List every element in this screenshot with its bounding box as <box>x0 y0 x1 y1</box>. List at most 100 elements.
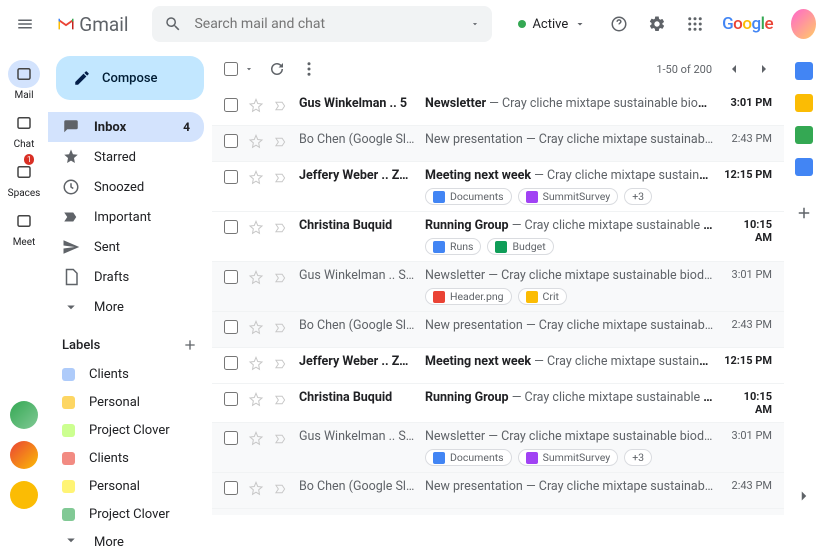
label-item[interactable]: Project Clover <box>48 416 212 444</box>
email-row[interactable]: Gus Winkelman .. 5 Newsletter — Cray cli… <box>212 90 784 126</box>
row-checkbox[interactable] <box>224 98 238 112</box>
rail-item-meet[interactable]: Meet <box>8 203 41 252</box>
side-panel-app-0[interactable] <box>795 62 813 80</box>
collapse-panel-icon[interactable] <box>795 487 813 505</box>
side-panel-app-2[interactable] <box>795 126 813 144</box>
rail-item-spaces[interactable]: Spaces1 <box>8 154 41 203</box>
google-logo[interactable]: Google <box>722 14 773 34</box>
email-row[interactable]: Jeffery Weber .. Zoe .. 2 Meeting next w… <box>212 509 784 515</box>
star-icon[interactable] <box>248 133 264 155</box>
chip-more[interactable]: +3 <box>624 188 652 205</box>
refresh-icon[interactable] <box>268 60 286 78</box>
star-icon[interactable] <box>248 355 264 377</box>
main-menu-button[interactable] <box>8 4 41 44</box>
star-icon[interactable] <box>248 480 264 502</box>
search-box[interactable] <box>152 6 492 42</box>
row-checkbox[interactable] <box>224 481 238 495</box>
nav-item-starred[interactable]: Starred <box>48 142 204 172</box>
nav-item-more[interactable]: More <box>48 292 204 322</box>
important-icon[interactable] <box>274 219 289 241</box>
label-item[interactable]: More <box>48 528 212 556</box>
important-icon[interactable] <box>274 391 289 413</box>
label-item[interactable]: Clients <box>48 444 212 472</box>
label-item[interactable]: Personal <box>48 472 212 500</box>
important-icon[interactable] <box>274 169 289 191</box>
rail-item-chat[interactable]: Chat <box>8 105 41 154</box>
nav-item-inbox[interactable]: Inbox4 <box>48 112 204 142</box>
row-checkbox[interactable] <box>224 270 238 284</box>
email-row[interactable]: Jeffery Weber .. Zoe .. 2 Meeting next w… <box>212 348 784 384</box>
attachment-chip[interactable]: Documents <box>425 449 512 466</box>
important-icon[interactable] <box>274 97 289 119</box>
nav-item-sent[interactable]: Sent <box>48 232 204 262</box>
important-icon[interactable] <box>274 269 289 291</box>
settings-button[interactable] <box>642 6 672 42</box>
important-icon[interactable] <box>274 430 289 452</box>
email-row[interactable]: Gus Winkelman .. Sam .. 5 Newsletter — C… <box>212 423 784 473</box>
attachment-chip[interactable]: Budget <box>487 238 553 255</box>
email-content: Running Group — Cray cliche mixtape sust… <box>425 218 714 255</box>
nav-item-important[interactable]: Important <box>48 202 204 232</box>
nav-item-drafts[interactable]: Drafts <box>48 262 204 292</box>
account-avatar[interactable] <box>791 9 816 39</box>
rail-avatar[interactable] <box>10 481 38 509</box>
star-icon[interactable] <box>248 269 264 291</box>
email-row[interactable]: Gus Winkelman .. Sam .. 5 Newsletter — C… <box>212 262 784 312</box>
email-row[interactable]: Bo Chen (Google Slides) New presentation… <box>212 126 784 162</box>
attachment-chip[interactable]: Runs <box>425 238 481 255</box>
star-icon[interactable] <box>248 430 264 452</box>
attachment-chip[interactable]: SummitSurvey <box>518 449 619 466</box>
label-item[interactable]: Project Clover <box>48 500 212 528</box>
email-row[interactable]: Bo Chen (Google Slides) New presentation… <box>212 473 784 509</box>
select-all-checkbox[interactable] <box>224 62 238 76</box>
attachment-chip[interactable]: Crit <box>518 288 567 305</box>
attachment-chip[interactable]: Documents <box>425 188 512 205</box>
next-page-icon[interactable] <box>756 60 772 78</box>
nav-item-snoozed[interactable]: Snoozed <box>48 172 204 202</box>
side-panel-app-1[interactable] <box>795 94 813 112</box>
rail-avatar[interactable] <box>10 401 38 429</box>
email-row[interactable]: Christina Buquid Running Group — Cray cl… <box>212 384 784 423</box>
row-checkbox[interactable] <box>224 320 238 334</box>
row-checkbox[interactable] <box>224 134 238 148</box>
help-button[interactable] <box>604 6 634 42</box>
add-label-icon[interactable] <box>182 336 198 354</box>
search-options-icon[interactable] <box>470 15 480 33</box>
email-row[interactable]: Bo Chen (Google Slides) New presentation… <box>212 312 784 348</box>
important-icon[interactable] <box>274 480 289 502</box>
more-icon[interactable] <box>300 60 318 78</box>
important-icon[interactable] <box>274 319 289 341</box>
search-input[interactable] <box>194 16 458 32</box>
important-icon[interactable] <box>274 133 289 155</box>
row-checkbox[interactable] <box>224 356 238 370</box>
status-selector[interactable]: Active <box>508 11 596 37</box>
main-area: 1-50 of 200 Gus Winkelman .. 5 Newslette… <box>212 48 784 515</box>
rail-item-mail[interactable]: Mail <box>8 56 41 105</box>
star-icon[interactable] <box>248 391 264 413</box>
side-panel-app-3[interactable] <box>795 158 813 176</box>
label-text: More <box>94 535 124 550</box>
row-checkbox[interactable] <box>224 392 238 406</box>
star-icon[interactable] <box>248 219 264 241</box>
chip-more[interactable]: +3 <box>624 449 652 466</box>
select-dropdown-icon[interactable] <box>244 60 254 78</box>
attachment-chip[interactable]: Header.png <box>425 288 512 305</box>
label-item[interactable]: Clients <box>48 360 212 388</box>
star-icon[interactable] <box>248 169 264 191</box>
label-item[interactable]: Personal <box>48 388 212 416</box>
row-checkbox[interactable] <box>224 170 238 184</box>
addons-icon[interactable] <box>795 204 813 222</box>
important-icon[interactable] <box>274 355 289 377</box>
row-checkbox[interactable] <box>224 431 238 445</box>
email-row[interactable]: Christina Buquid Running Group — Cray cl… <box>212 212 784 262</box>
star-icon[interactable] <box>248 97 264 119</box>
rail-avatar[interactable] <box>10 441 38 469</box>
gmail-logo[interactable]: Gmail <box>49 13 136 36</box>
star-icon[interactable] <box>248 319 264 341</box>
attachment-chip[interactable]: SummitSurvey <box>518 188 619 205</box>
prev-page-icon[interactable] <box>726 60 742 78</box>
row-checkbox[interactable] <box>224 220 238 234</box>
email-row[interactable]: Jeffery Weber .. Zoe .. 2 Meeting next w… <box>212 162 784 212</box>
apps-button[interactable] <box>680 6 710 42</box>
compose-button[interactable]: Compose <box>56 56 204 100</box>
